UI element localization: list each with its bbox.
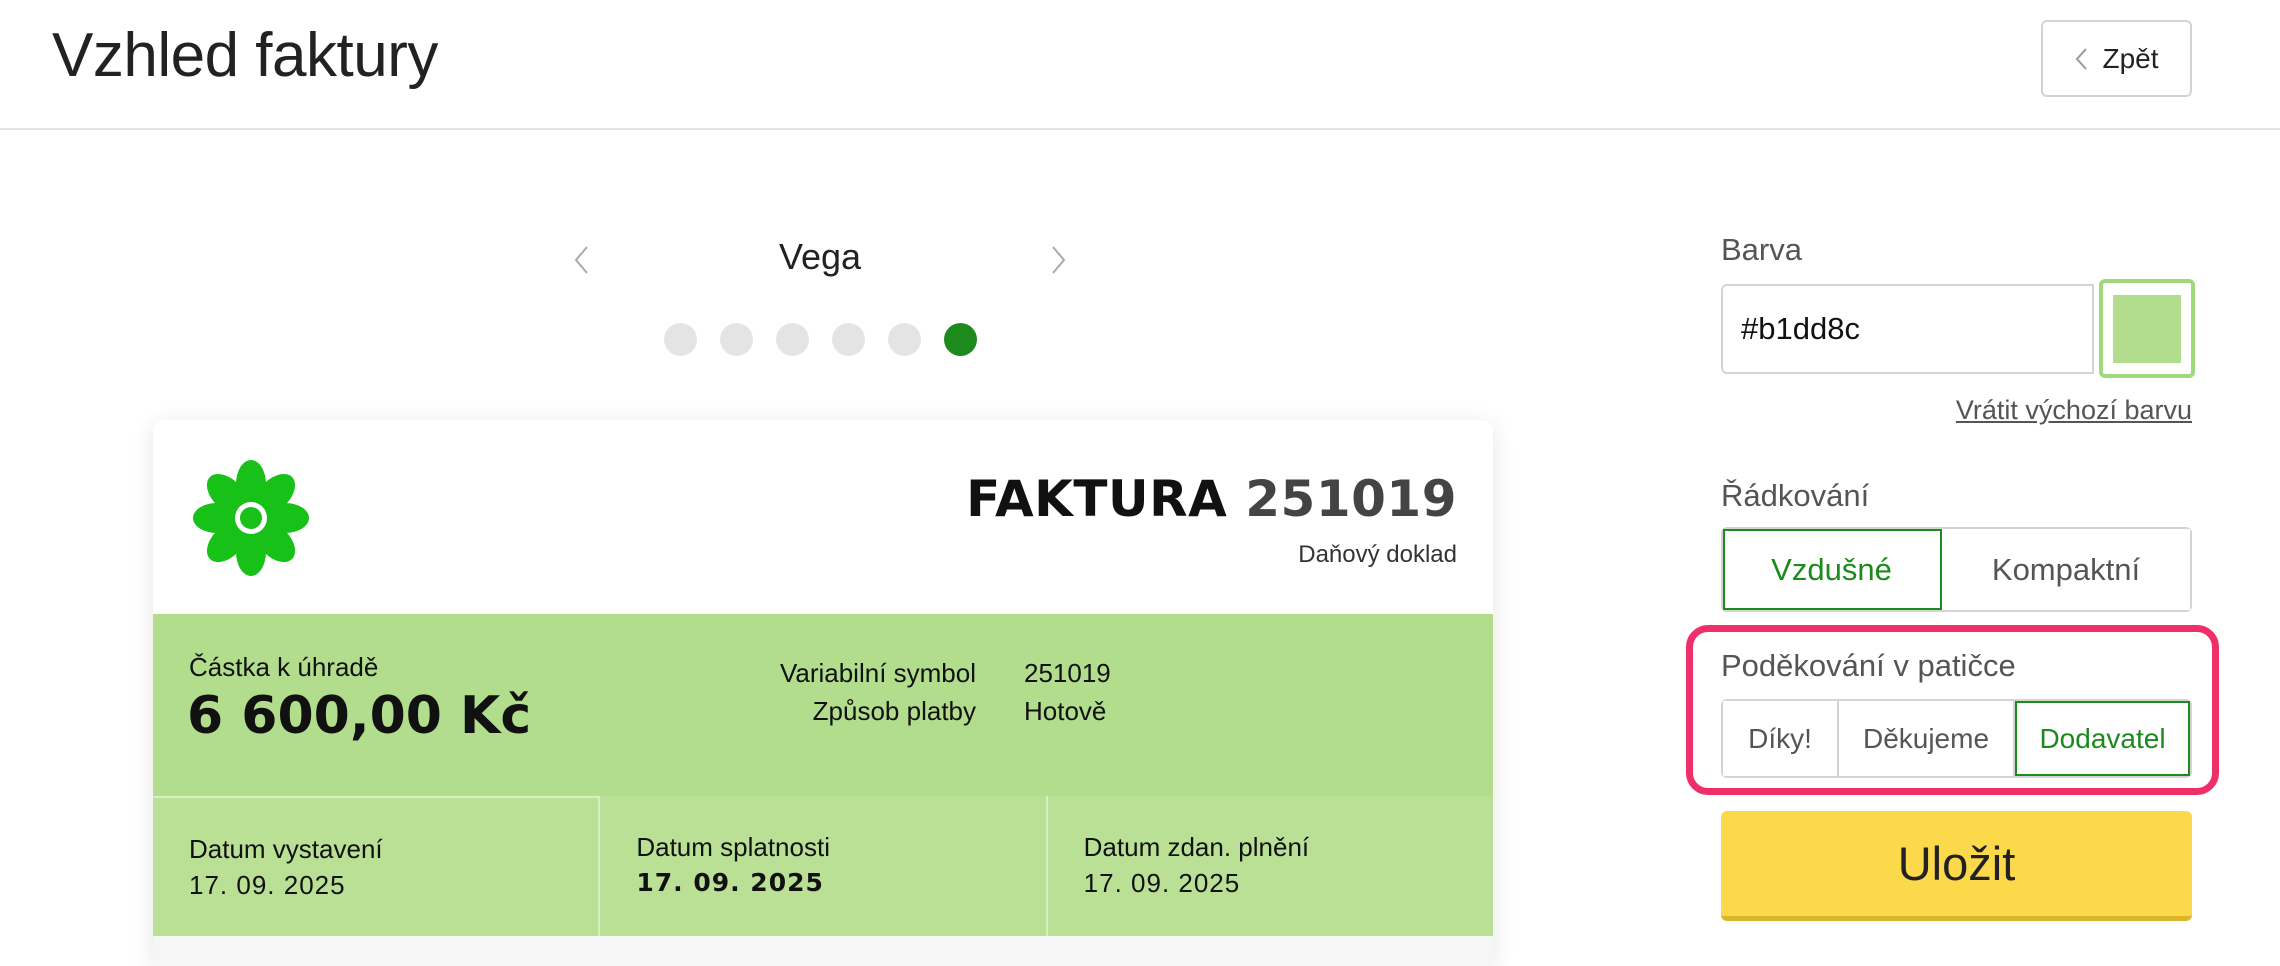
invoice-title: FAKTURA 251019 [966, 470, 1457, 528]
template-switcher: Vega [560, 230, 1080, 290]
reset-color-link[interactable]: Vrátit výchozí barvu [1956, 395, 2192, 426]
invoice-number: 251019 [1245, 470, 1457, 528]
invoice-title-word: FAKTURA [966, 470, 1228, 528]
due-date-cell: Datum splatnosti 17. 09. 2025 [600, 796, 1048, 936]
back-button-label: Zpět [2102, 42, 2159, 74]
invoice-header: FAKTURA 251019 Daňový doklad [153, 420, 1493, 614]
color-swatch [2113, 294, 2181, 363]
issue-date-cell: Datum vystavení 17. 09. 2025 [153, 796, 601, 936]
payment-detail-labels: Variabilní symbol Způsob platby [780, 654, 976, 730]
amount-label: Částka k úhradě [189, 652, 379, 682]
invoice-subtitle: Daňový doklad [1298, 541, 1457, 568]
template-dot[interactable] [664, 323, 697, 356]
chevron-left-icon [2074, 47, 2088, 71]
template-pagination [664, 323, 977, 356]
template-dot[interactable] [776, 323, 809, 356]
thanks-option-diky[interactable]: Díky! [1723, 701, 1839, 776]
save-button[interactable]: Uložit [1721, 811, 2192, 921]
due-date-value: 17. 09. 2025 [636, 868, 824, 897]
color-label: Barva [1721, 232, 1802, 267]
footer-thanks-toggle: Díky! Děkujeme Dodavatel [1721, 699, 2192, 778]
tax-date-value: 17. 09. 2025 [1083, 868, 1241, 898]
spacing-label: Řádkování [1721, 478, 1870, 513]
issue-date-label: Datum vystavení [189, 834, 383, 864]
tax-date-label: Datum zdan. plnění [1083, 832, 1310, 862]
back-button[interactable]: Zpět [2041, 20, 2192, 97]
flower-logo-icon [193, 460, 309, 576]
payment-method-value: Hotově [1024, 696, 1107, 726]
due-date-label: Datum splatnosti [636, 832, 830, 862]
template-dot[interactable] [832, 323, 865, 356]
spacing-option-compact[interactable]: Kompaktní [1942, 529, 2190, 610]
template-dot[interactable] [888, 323, 921, 356]
invoice-amount-band: Částka k úhradě 6 600,00 Kč Variabilní s… [153, 614, 1493, 796]
thanks-option-dodavatel[interactable]: Dodavatel [2015, 701, 2190, 776]
amount-value: 6 600,00 Kč [187, 686, 532, 746]
footer-thanks-label: Poděkování v patičce [1721, 648, 2016, 683]
page-header: Vzhled faktury Zpět [0, 0, 2280, 130]
template-name: Vega [778, 236, 862, 277]
template-dot[interactable] [944, 323, 977, 356]
color-hex-input[interactable]: #b1dd8c [1721, 284, 2094, 374]
spacing-toggle: Vzdušné Kompaktní [1721, 527, 2192, 612]
page-title: Vzhled faktury [52, 21, 438, 90]
payment-method-label: Způsob platby [812, 696, 976, 726]
tax-date-cell: Datum zdan. plnění 17. 09. 2025 [1048, 796, 1493, 936]
invoice-dates: Datum vystavení 17. 09. 2025 Datum splat… [153, 796, 1493, 936]
next-template-chevron-icon[interactable] [1050, 244, 1068, 281]
variable-symbol-value: 251019 [1024, 658, 1111, 688]
payment-detail-values: 251019 Hotově [1024, 654, 1111, 730]
template-dot[interactable] [720, 323, 753, 356]
variable-symbol-label: Variabilní symbol [779, 658, 976, 688]
color-picker-button[interactable] [2099, 279, 2195, 378]
invoice-body-continuation [153, 936, 1493, 966]
invoice-preview: FAKTURA 251019 Daňový doklad Částka k úh… [153, 420, 1493, 966]
issue-date-value: 17. 09. 2025 [189, 870, 346, 900]
thanks-option-dekujeme[interactable]: Děkujeme [1839, 701, 2015, 776]
spacing-option-airy[interactable]: Vzdušné [1723, 529, 1942, 610]
